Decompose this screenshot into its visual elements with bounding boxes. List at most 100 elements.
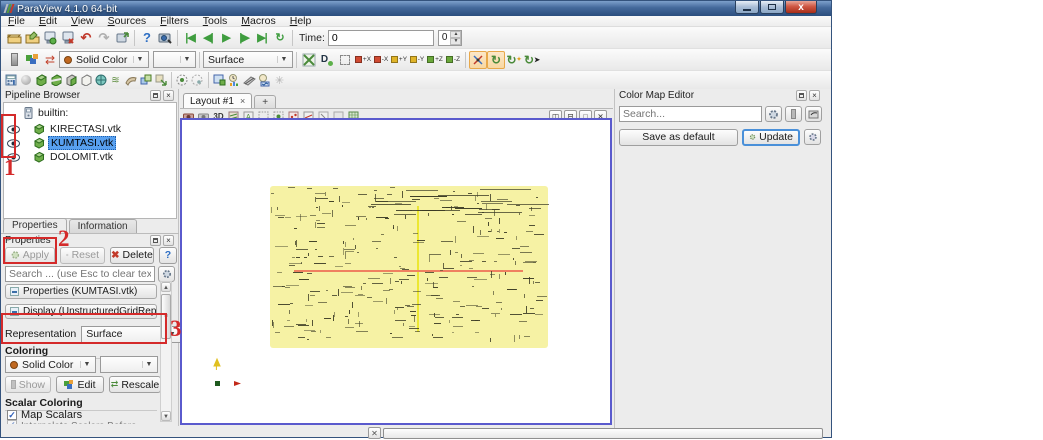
camera-rotate-icon[interactable]: ↻➤ [523, 51, 541, 69]
pipeline-item-dolomit[interactable]: DOLOMIT.vtk [4, 150, 176, 164]
map-scalars-checkbox[interactable]: ✓ [7, 410, 17, 420]
menu-filters[interactable]: Filters [160, 15, 189, 27]
menu-macros[interactable]: Macros [241, 15, 275, 27]
spin-up-icon[interactable]: ▲ [450, 31, 461, 38]
interpolate-checkbox[interactable]: ✓ [7, 420, 17, 424]
menu-sources[interactable]: Sources [108, 15, 147, 27]
close-panel-button[interactable]: × [809, 90, 820, 101]
view-plus-x-icon[interactable]: +X [354, 51, 372, 69]
calculator-icon[interactable] [3, 73, 18, 88]
edit-color-map-icon[interactable] [23, 51, 41, 69]
last-frame-icon[interactable]: ▶| [253, 29, 271, 47]
frame-spinbox[interactable]: 0 ▲▼ [438, 30, 463, 46]
warp-vector-icon[interactable] [123, 73, 138, 88]
visibility-eye-icon[interactable] [7, 125, 21, 134]
threshold-icon[interactable] [63, 73, 78, 88]
color-array-combo[interactable]: ▼ [153, 51, 196, 68]
disconnect-server-icon[interactable] [59, 29, 77, 47]
pipeline-item-kirectasi[interactable]: KIRECTASI.vtk [4, 122, 176, 136]
extract-level-icon[interactable] [153, 73, 168, 88]
color-legend-icon[interactable] [5, 51, 23, 69]
glyph-icon[interactable] [93, 73, 108, 88]
layout-tab-active[interactable]: Layout #1 × [183, 93, 252, 108]
color-mode-combo[interactable]: Solid Color ▼ [59, 51, 149, 68]
pipeline-item-kumtasi[interactable]: KUMTASI.vtk [4, 136, 176, 150]
maximize-button[interactable] [760, 1, 784, 14]
extract-subset-icon[interactable] [78, 73, 93, 88]
save-data-icon[interactable] [23, 29, 41, 47]
close-button[interactable]: x [785, 1, 817, 14]
help-icon[interactable]: ? [138, 29, 156, 47]
menu-view[interactable]: View [71, 15, 94, 27]
plot-over-line-icon[interactable] [242, 73, 257, 88]
coloring-component-combo[interactable]: ▼ [100, 356, 158, 373]
visibility-eye-icon[interactable] [7, 153, 21, 162]
spreadsheet-view-icon[interactable] [212, 73, 227, 88]
first-frame-icon[interactable]: |◀ [181, 29, 199, 47]
close-panel-button[interactable]: × [163, 90, 174, 101]
scrollbar-thumb[interactable]: ≡ [161, 294, 171, 339]
screenshot-icon[interactable] [156, 29, 174, 47]
auto-update-button[interactable] [804, 129, 821, 145]
reset-center-icon[interactable]: ↻✦ [505, 51, 523, 69]
open-file-icon[interactable] [5, 29, 23, 47]
properties-search-input[interactable] [5, 266, 155, 282]
selection-points-sphere-icon[interactable] [190, 73, 205, 88]
show-button[interactable]: Show [5, 376, 51, 393]
zoom-to-box-icon[interactable] [336, 51, 354, 69]
previous-frame-icon[interactable]: ◀| [199, 29, 217, 47]
section-properties-source[interactable]: Properties (KUMTASI.vtk) [5, 284, 157, 299]
reset-camera-icon[interactable] [300, 51, 318, 69]
rescale-range-icon[interactable]: ⇄ [41, 51, 59, 69]
delete-button[interactable]: ✖ Delete [110, 247, 154, 264]
slice-icon[interactable] [48, 73, 63, 88]
minimize-button[interactable] [735, 1, 759, 14]
group-datasets-icon[interactable] [138, 73, 153, 88]
time-input[interactable] [328, 30, 434, 46]
next-frame-icon[interactable]: |▶ [235, 29, 253, 47]
clip-icon[interactable] [33, 73, 48, 88]
selection-cells-sphere-icon[interactable] [175, 73, 190, 88]
float-panel-button[interactable] [150, 90, 161, 101]
apply-button[interactable]: Apply [5, 247, 55, 264]
search-options-gear-button[interactable] [158, 266, 175, 282]
save-as-default-button[interactable]: Save as default [619, 129, 738, 146]
view-plus-y-icon[interactable]: +Y [390, 51, 408, 69]
help-button[interactable]: ? [159, 247, 177, 264]
interactive-select-icon[interactable]: ✳ [272, 73, 287, 88]
stream-tracer-icon[interactable]: ≋ [108, 73, 123, 88]
section-display[interactable]: Display (UnstructuredGridRepresentation) [5, 304, 157, 319]
plot-over-time-icon[interactable] [227, 73, 242, 88]
tab-properties[interactable]: Properties [3, 218, 67, 233]
colormap-search-input[interactable] [619, 106, 762, 122]
probe-location-icon[interactable] [257, 73, 272, 88]
reset-button[interactable]: Reset [60, 247, 105, 264]
camera-undo-icon[interactable] [113, 29, 131, 47]
spin-down-icon[interactable]: ▼ [450, 38, 461, 45]
view-minus-y-icon[interactable]: -Y [408, 51, 426, 69]
menu-help[interactable]: Help [290, 15, 312, 27]
pipeline-item-builtin[interactable]: builtin: [4, 106, 176, 120]
edit-color-map-button[interactable]: Edit [56, 376, 104, 393]
menu-tools[interactable]: Tools [203, 15, 228, 27]
pick-center-icon[interactable]: ↻ [487, 51, 505, 69]
coloring-mode-combo[interactable]: Solid Color ▼ [5, 356, 96, 373]
zoom-to-data-icon[interactable]: D [318, 51, 336, 69]
visibility-eye-icon[interactable] [7, 139, 21, 148]
view-minus-x-icon[interactable]: -X [372, 51, 390, 69]
tab-information[interactable]: Information [69, 219, 137, 233]
close-tab-icon[interactable]: × [240, 96, 245, 106]
scroll-up-icon[interactable]: ▲ [161, 282, 171, 292]
float-panel-button[interactable] [796, 90, 807, 101]
update-button[interactable]: Update [742, 129, 800, 146]
contour-icon[interactable] [18, 73, 33, 88]
scroll-down-icon[interactable]: ▼ [161, 411, 171, 421]
colormap-options-gear-button[interactable] [765, 106, 782, 122]
add-layout-tab[interactable]: + [254, 95, 276, 108]
menu-edit[interactable]: Edit [39, 15, 57, 27]
show-center-axes-icon[interactable] [469, 51, 487, 69]
redo-icon[interactable]: ↷ [95, 29, 113, 47]
toggle-indicator-button[interactable] [785, 106, 802, 122]
properties-scrollbar[interactable]: ▲ ≡ ▼ [160, 281, 172, 422]
abort-progress-button[interactable]: ✕ [368, 427, 381, 439]
